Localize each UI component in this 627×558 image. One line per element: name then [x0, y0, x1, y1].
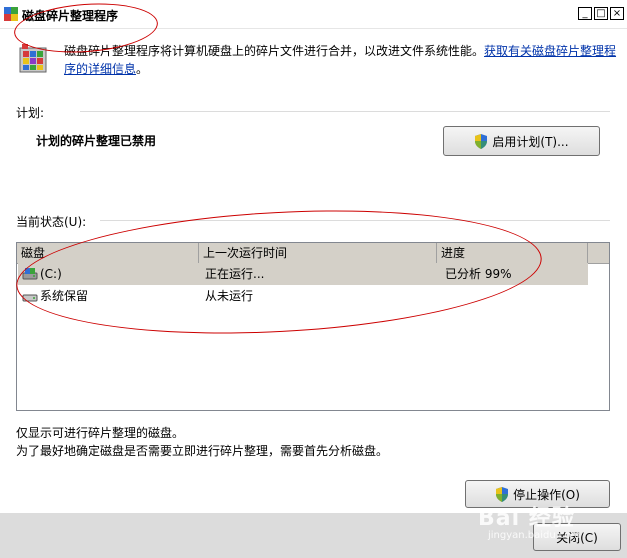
column-header-progress[interactable]: 进度	[437, 243, 588, 263]
note-defrag-disks: 仅显示可进行碎片整理的磁盘。	[16, 426, 185, 440]
disk-list[interactable]: 磁盘 上一次运行时间 进度 (C:) 正在运行... 已分析 99% 系统保留 …	[16, 242, 610, 411]
description-text: 磁盘碎片整理程序将计算机硬盘上的碎片文件进行合并，以改进文件系统性能。	[64, 44, 485, 58]
hard-drive-icon	[22, 294, 38, 302]
uac-shield-icon	[475, 133, 488, 149]
enable-schedule-label: 启用计划(T)...	[492, 134, 569, 149]
disk-row-c[interactable]: (C:) 正在运行... 已分析 99%	[18, 263, 588, 285]
current-status-label: 当前状态(U):	[16, 215, 87, 229]
description-suffix: 。	[136, 62, 149, 76]
disk-list-header: 磁盘 上一次运行时间 进度	[17, 243, 609, 264]
progress: 已分析 99%	[445, 267, 512, 281]
schedule-divider	[80, 111, 610, 112]
column-header-last-run[interactable]: 上一次运行时间	[199, 243, 437, 263]
disk-row-system-reserved[interactable]: 系统保留 从未运行	[18, 285, 588, 307]
minimize-button[interactable]: _	[578, 7, 592, 20]
disk-name: (C:)	[40, 267, 62, 281]
column-header-disk[interactable]: 磁盘	[17, 243, 199, 263]
schedule-status: 计划的碎片整理已禁用	[36, 134, 157, 148]
status-divider	[100, 220, 610, 221]
note-analyze-first: 为了最好地确定磁盘是否需要立即进行碎片整理，需要首先分析磁盘。	[16, 444, 389, 458]
description: 磁盘碎片整理程序将计算机硬盘上的碎片文件进行合并，以改进文件系统性能。获取有关磁…	[64, 42, 619, 78]
baidu-watermark: Bai 经验	[478, 506, 575, 531]
last-run: 正在运行...	[205, 267, 265, 281]
window-title: 磁盘碎片整理程序	[22, 9, 119, 23]
hard-drive-icon	[22, 268, 38, 280]
title-bar: 磁盘碎片整理程序 _ □ ×	[0, 0, 627, 29]
schedule-label: 计划:	[16, 106, 45, 120]
baidu-watermark-url: jingyan.baidu.com	[488, 530, 581, 541]
defrag-large-icon	[19, 44, 47, 73]
defrag-app-icon	[4, 7, 18, 21]
enable-schedule-button[interactable]: 启用计划(T)...	[443, 126, 600, 156]
close-window-button[interactable]: ×	[610, 7, 624, 20]
maximize-button[interactable]: □	[594, 7, 608, 20]
last-run: 从未运行	[205, 289, 254, 303]
disk-name: 系统保留	[40, 289, 89, 303]
